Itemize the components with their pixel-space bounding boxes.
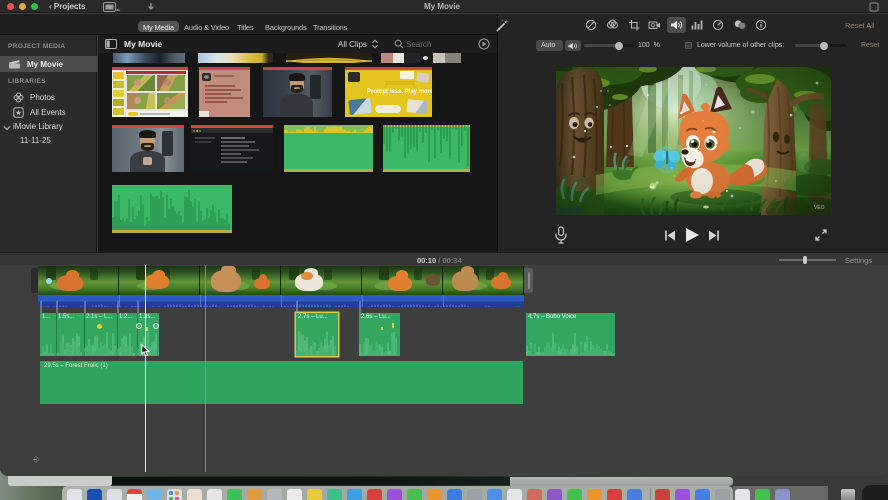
svg-text:VEO: VEO bbox=[814, 205, 825, 211]
